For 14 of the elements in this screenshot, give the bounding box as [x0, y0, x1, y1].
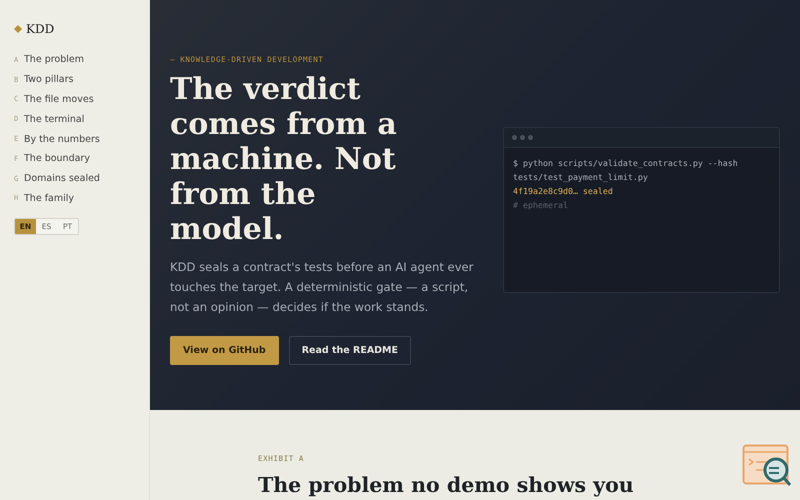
secondary-button[interactable]: Read the README — [288, 336, 412, 365]
hero-title: The verdict comes from a machine. Not from the model. — [170, 72, 398, 247]
window-dot-icon — [512, 135, 517, 140]
terminal-line: 4f19a2e8c9d0… sealed — [513, 185, 614, 198]
brand-name: KDD — [26, 22, 54, 36]
terminal-line: # ephemeral — [513, 199, 569, 212]
section-title: The problem no demo shows you — [258, 473, 635, 497]
window-dot-icon — [528, 135, 533, 140]
diamond-icon — [14, 25, 22, 33]
primary-button[interactable]: View on GitHub — [170, 336, 279, 365]
terminal-line: tests/test_payment_limit.py — [513, 171, 649, 184]
window-dot-icon — [520, 135, 525, 140]
terminal-line: $ python scripts/validate_contracts.py --hash — [513, 157, 739, 170]
hero-description: KDD seals a contract's tests before an AI agent ever touches the target. A deterministic gate — a script, not an opinion — decides if the work stands. — [170, 259, 474, 316]
